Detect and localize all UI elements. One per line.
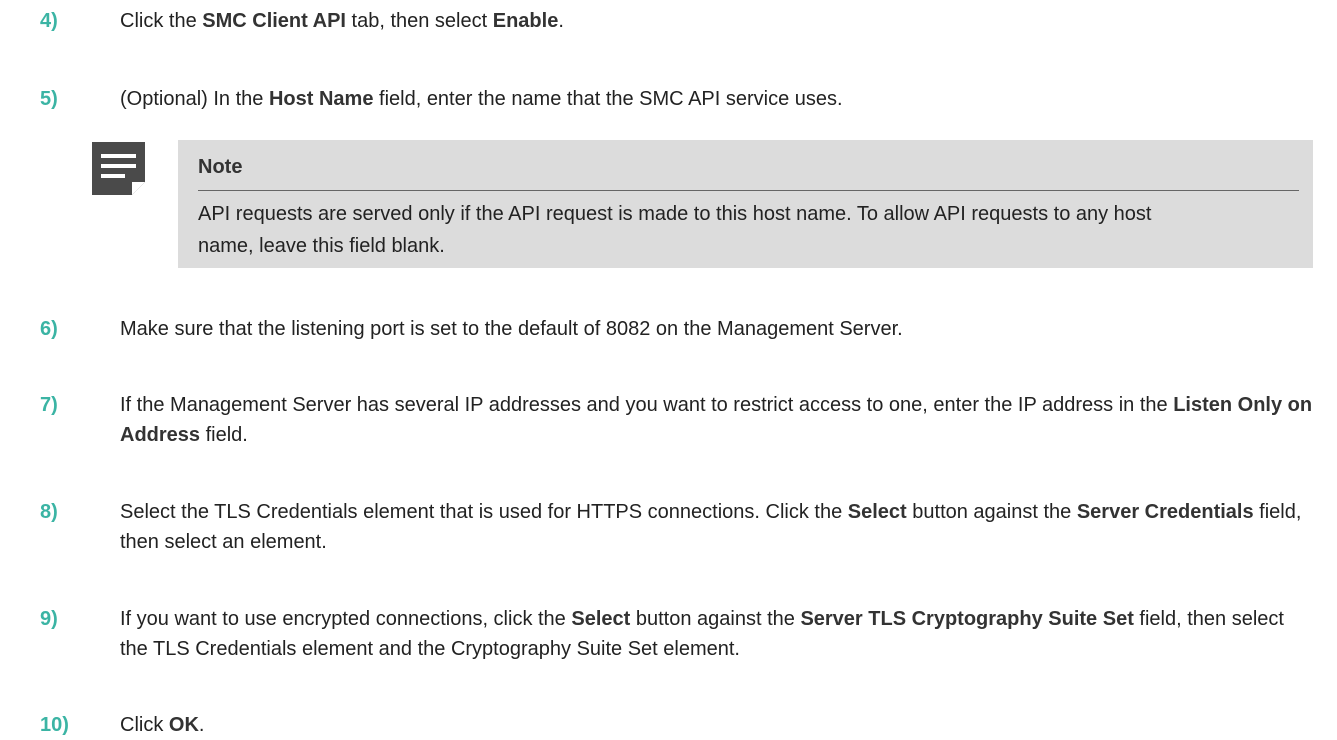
note-title: Note [198, 156, 243, 178]
step-number: 8) [40, 501, 58, 523]
step-text-run: button against the [630, 608, 801, 630]
step-text: If you want to use encrypted connections… [120, 604, 1315, 664]
ui-term: SMC Client API [202, 10, 346, 32]
step-text: Click the SMC Client API tab, then selec… [120, 6, 1315, 36]
step-text-run: Select the TLS Credentials element that … [120, 501, 848, 523]
step-text-run: (Optional) In the [120, 88, 269, 110]
step-text-run: If the Management Server has several IP … [120, 394, 1174, 416]
step-text: Make sure that the listening port is set… [120, 314, 1315, 344]
step-text-run: Click the [120, 10, 203, 32]
ui-term: Enable [492, 10, 559, 32]
step-number: 5) [40, 88, 58, 110]
step-text-run: . [198, 714, 205, 736]
note-callout: Note API requests are served only if the… [92, 140, 1313, 268]
step-text-run: . [558, 10, 564, 32]
ui-term: Select [847, 501, 907, 523]
step-text-run: tab, then select [345, 10, 493, 32]
note-body: API requests are served only if the API … [198, 203, 1152, 257]
ui-term: OK [168, 714, 199, 736]
step-number: 10) [40, 714, 69, 736]
ui-term: Server Credentials [1076, 501, 1254, 523]
ui-term: Select [571, 608, 631, 630]
step-number: 7) [40, 394, 58, 416]
step-text-run: button against the [906, 501, 1077, 523]
step-text-run: field. [200, 424, 248, 446]
step-number: 6) [40, 318, 58, 340]
step-text: If the Management Server has several IP … [120, 390, 1315, 450]
step-text-run: Make sure that the listening port is set… [120, 318, 903, 340]
step-text-run: field, enter the name that the SMC API s… [373, 88, 843, 110]
step-text-run: Click [120, 714, 169, 736]
step-text-run: If you want to use encrypted connections… [120, 608, 572, 630]
step-text: Select the TLS Credentials element that … [120, 497, 1315, 557]
ui-term: Server TLS Cryptography Suite Set [800, 608, 1134, 630]
step-number: 4) [40, 10, 58, 32]
step-text: (Optional) In the Host Name field, enter… [120, 84, 1315, 114]
note-divider [198, 190, 1299, 191]
note-box: Note API requests are served only if the… [178, 140, 1313, 268]
step-text: Click OK. [120, 710, 1315, 740]
step-number: 9) [40, 608, 58, 630]
ui-term: Host Name [268, 88, 374, 110]
note-icon [92, 142, 145, 195]
